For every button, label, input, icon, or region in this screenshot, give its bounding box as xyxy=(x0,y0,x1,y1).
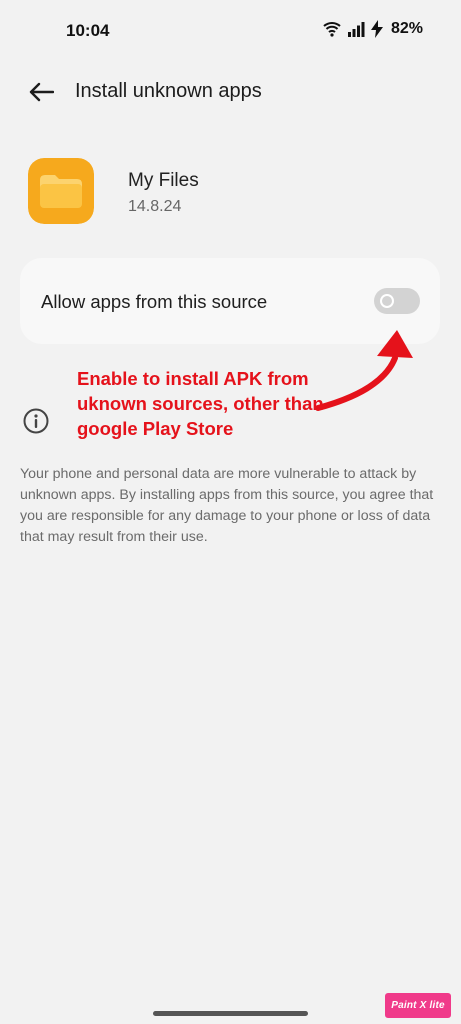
wifi-icon xyxy=(323,22,341,37)
app-version: 14.8.24 xyxy=(128,198,182,215)
toggle-knob xyxy=(380,294,394,308)
warning-text: Your phone and personal data are more vu… xyxy=(20,466,434,545)
allow-source-toggle[interactable] xyxy=(374,288,420,314)
navigation-handle[interactable] xyxy=(153,1011,308,1016)
status-icons: 82% xyxy=(323,20,423,38)
status-bar: 10:04 82% xyxy=(0,0,461,60)
annotation-text: Enable to install APK from uknown source… xyxy=(77,368,324,439)
folder-icon xyxy=(28,158,94,224)
info-icon xyxy=(23,408,49,434)
status-time: 10:04 xyxy=(66,21,110,40)
app-bar: Install unknown apps xyxy=(0,68,461,116)
signal-icon xyxy=(347,22,365,37)
watermark: Paint X lite xyxy=(385,993,451,1018)
page-title: Install unknown apps xyxy=(75,80,262,102)
allow-source-label: Allow apps from this source xyxy=(41,291,268,312)
battery-percentage: 82% xyxy=(390,20,423,37)
arrow-left-icon xyxy=(29,82,54,102)
back-button[interactable] xyxy=(24,78,58,106)
app-name: My Files xyxy=(128,170,199,191)
charging-icon xyxy=(370,20,383,38)
